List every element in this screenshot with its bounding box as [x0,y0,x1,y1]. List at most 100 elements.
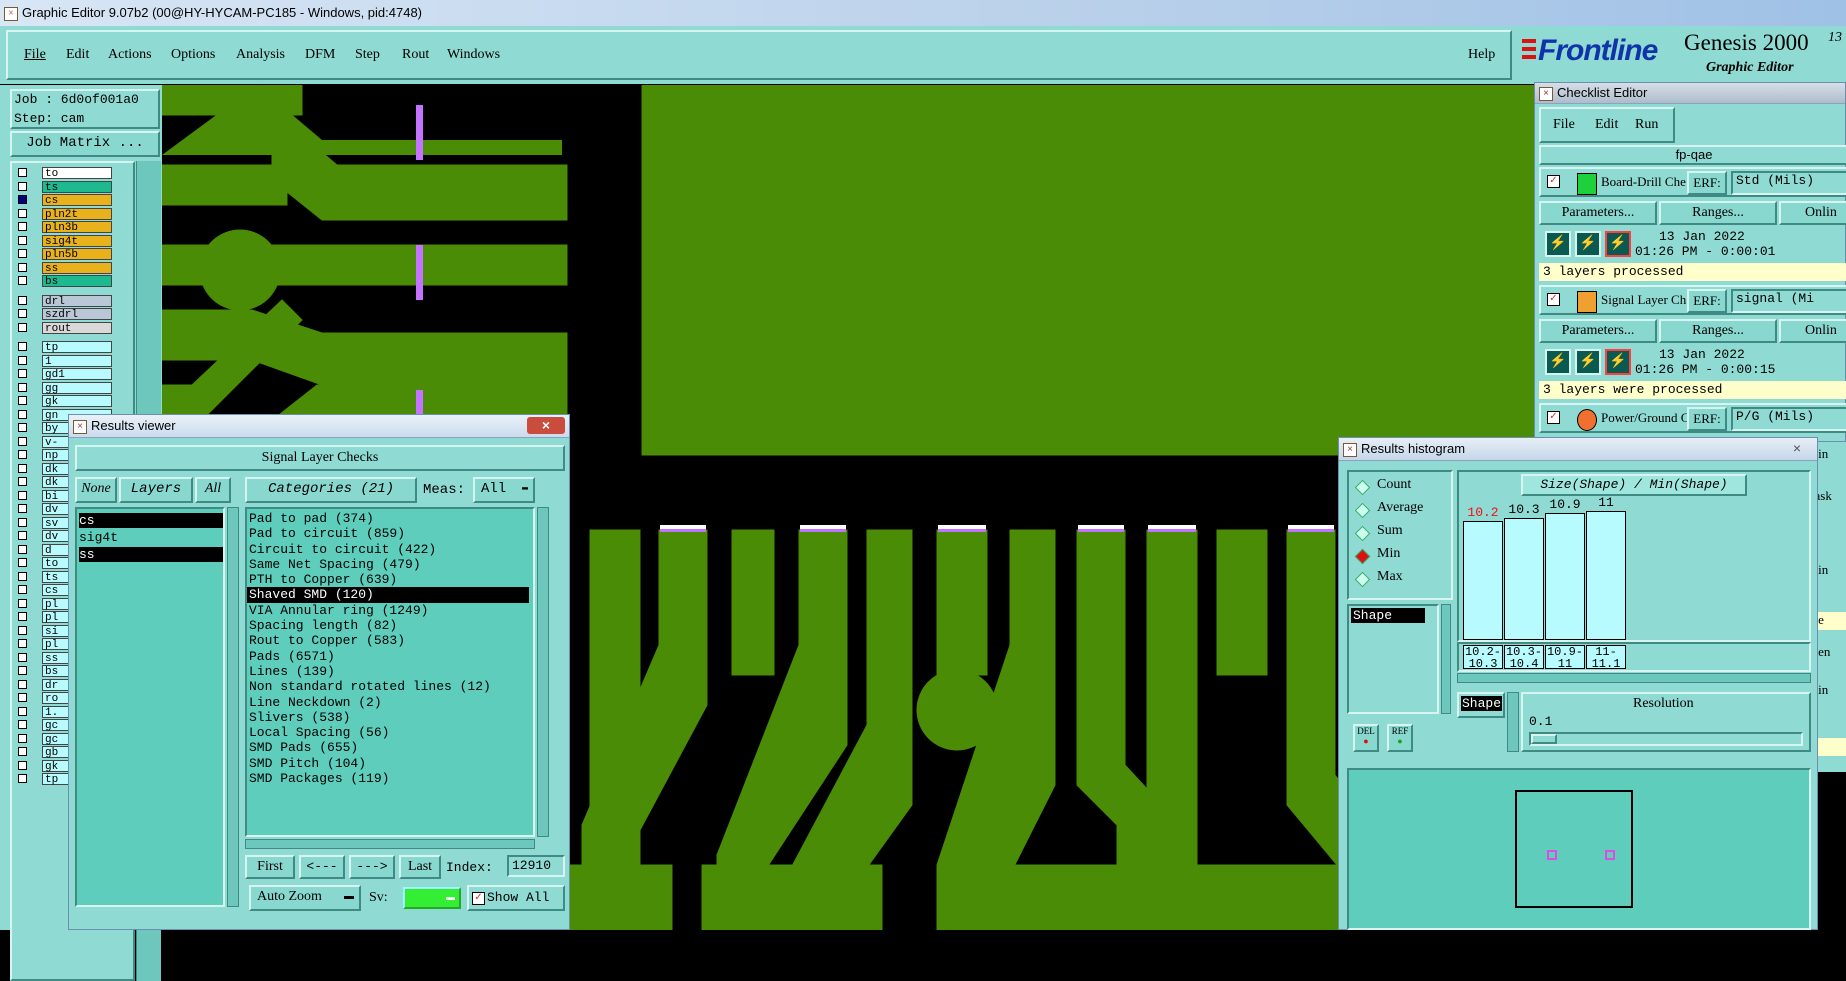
layer-checkbox[interactable] [18,517,27,527]
layer-name[interactable]: drl [42,294,112,308]
shape-button[interactable]: Shape [1457,692,1505,718]
category-item[interactable]: Pads (6571) [247,649,533,664]
ranges-button[interactable]: Ranges... [1659,319,1777,343]
layer-checkbox[interactable] [18,463,27,473]
checklist-menu-run[interactable]: Run [1635,115,1658,135]
run-icon[interactable]: ⚡ [1605,349,1631,375]
layer-row[interactable]: bs [12,275,112,288]
meas-select[interactable]: All ▬ [473,477,535,503]
histogram-bar[interactable] [1463,521,1503,640]
category-item[interactable]: Non standard rotated lines (12) [247,679,533,694]
layer-name[interactable]: 1 [42,354,112,368]
mode-radio-count[interactable] [1354,479,1371,496]
results-viewer-titlebar[interactable]: × Results viewer × [69,415,569,438]
layer-name[interactable]: ss [42,261,112,275]
categories-scrollbar[interactable] [537,507,549,837]
ranges-button[interactable]: Ranges... [1659,201,1777,225]
first-button[interactable]: First [245,855,295,879]
menu-options[interactable]: Options [171,45,215,65]
layer-checkbox[interactable] [18,477,27,486]
auto-zoom-select[interactable]: Auto Zoom ▬ [249,885,361,911]
category-item[interactable]: Shaved SMD (120) [247,587,529,603]
category-item[interactable]: SMD Pitch (104) [247,756,533,771]
layer-row[interactable]: szdrl [12,308,112,321]
layer-checkbox[interactable] [18,450,27,459]
menu-file[interactable]: File [24,45,46,65]
layer-row[interactable]: pln2t [12,207,112,221]
layer-checkbox[interactable] [18,409,27,419]
check-power-ground[interactable]: ✓ Power/Ground C ERF: P/G (Mils) [1539,403,1846,433]
show-all-toggle[interactable]: ✓ Show All [467,885,565,911]
layer-checkbox[interactable] [18,571,27,581]
category-item[interactable]: Pad to pad (374) [247,511,533,526]
layer-checkbox[interactable] [18,342,27,351]
category-item[interactable]: Local Spacing (56) [247,725,533,740]
layer-checkbox[interactable] [18,747,27,756]
categories-hscrollbar[interactable] [245,839,535,849]
resolution-slider[interactable] [1529,732,1803,746]
layer-checkbox[interactable] [18,276,27,285]
layer-checkbox[interactable] [18,666,27,675]
layer-checkbox[interactable] [18,309,27,318]
ref-button[interactable]: REF ● [1387,724,1413,752]
layer-row[interactable]: tp [12,341,112,354]
layer-name[interactable]: sig4t [42,234,112,248]
mode-label[interactable]: Average [1377,500,1423,516]
layer-name[interactable]: pln3b [42,221,112,234]
layer-checkbox[interactable] [18,396,27,405]
layer-checkbox[interactable] [18,652,27,662]
layer-checkbox[interactable] [18,760,27,770]
parameters-button[interactable]: Parameters... [1539,201,1657,225]
check-board-drill[interactable]: ✓ Board-Drill Che ERF: Std (Mils) [1539,167,1846,197]
layer-checkbox[interactable] [18,195,27,204]
menu-step[interactable]: Step [355,45,380,65]
result-layer-cs[interactable]: cs [79,513,223,528]
result-layer-sig4t[interactable]: sig4t [79,530,223,545]
layer-row[interactable]: rout [12,321,112,335]
mode-radio-average[interactable] [1354,502,1371,519]
run-icon[interactable]: ⚡ [1575,231,1601,257]
layer-name[interactable]: rout [42,321,112,335]
checklist-menu-edit[interactable]: Edit [1595,115,1618,135]
mode-label[interactable]: Sum [1377,523,1403,539]
category-item[interactable]: PTH to Copper (639) [247,572,533,587]
category-item[interactable]: Lines (139) [247,664,533,679]
layer-checkbox[interactable] [18,693,27,702]
run-icons[interactable]: ⚡ ⚡ ⚡ [1545,231,1631,259]
layer-checkbox[interactable] [18,531,27,540]
category-item[interactable]: Same Net Spacing (479) [247,557,533,572]
histogram-hscrollbar[interactable] [1457,673,1811,683]
check-enabled-checkbox[interactable]: ✓ [1547,411,1560,424]
histogram-close-button[interactable]: × [1783,440,1811,456]
layer-checkbox[interactable] [18,558,27,567]
layer-checkbox[interactable] [18,598,27,608]
layer-checkbox[interactable] [18,355,27,365]
menu-dfm[interactable]: DFM [305,45,335,65]
layer-checkbox[interactable] [18,249,27,258]
menu-rout[interactable]: Rout [402,45,429,65]
layer-name[interactable]: gg [42,381,112,395]
mode-radio-sum[interactable] [1354,525,1371,542]
categories-button[interactable]: Categories (21) [245,477,417,503]
mode-label[interactable]: Max [1377,569,1403,585]
layer-checkbox[interactable] [18,774,27,783]
layer-checkbox[interactable] [18,208,27,218]
erf-value[interactable]: signal (Mi [1731,289,1846,313]
show-all-checkbox[interactable]: ✓ [472,892,485,905]
histogram-bar[interactable] [1504,518,1544,640]
category-item[interactable]: SMD Pads (655) [247,740,533,755]
category-item[interactable]: Circuit to circuit (422) [247,542,533,557]
layer-row[interactable]: gg [12,381,112,395]
layer-row[interactable]: pln5b [12,248,112,261]
layer-checkbox[interactable] [18,720,27,729]
category-item[interactable]: Pad to circuit (859) [247,526,533,541]
layer-checkbox[interactable] [18,181,27,191]
resolution-slider-thumb[interactable] [1531,734,1557,744]
layer-checkbox[interactable] [18,544,27,554]
check-enabled-checkbox[interactable]: ✓ [1547,293,1560,306]
layer-checkbox[interactable] [18,639,27,648]
sv-color-select[interactable]: ▬ [403,887,461,909]
layer-row[interactable]: pln3b [12,221,112,234]
category-item[interactable]: Rout to Copper (583) [247,633,533,648]
layer-name[interactable]: tp [42,341,112,354]
